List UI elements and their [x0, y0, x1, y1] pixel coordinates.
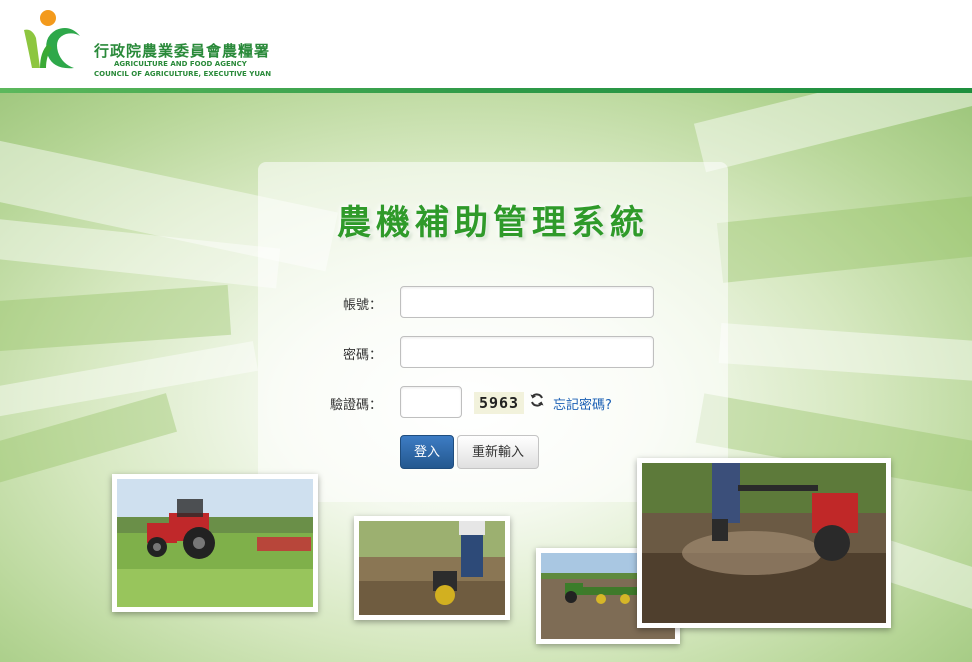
- reset-button[interactable]: 重新輸入: [457, 435, 539, 469]
- org-name-zh: 行政院農業委員會農糧署: [94, 42, 271, 60]
- org-name-en-line1: AGRICULTURE AND FOOD AGENCY: [114, 60, 247, 68]
- password-input[interactable]: [400, 336, 654, 368]
- login-button[interactable]: 登入: [400, 435, 454, 469]
- photo-tiller: [354, 516, 510, 620]
- password-label: 密碼：: [342, 348, 382, 363]
- org-name-en-line2: COUNCIL OF AGRICULTURE, EXECUTIVE YUAN: [94, 70, 272, 78]
- refresh-icon[interactable]: [529, 392, 545, 408]
- account-label: 帳號：: [342, 298, 382, 313]
- system-title: 農機補助管理系統: [337, 203, 649, 243]
- photo-tractor: [112, 474, 318, 612]
- captcha-label: 驗證碼：: [329, 398, 382, 413]
- agency-logo: 行政院農業委員會農糧署 AGRICULTURE AND FOOD AGENCY …: [18, 8, 272, 78]
- agency-logo-mark: [24, 10, 80, 69]
- forgot-password-link[interactable]: 忘記密碼?: [553, 394, 612, 413]
- account-input[interactable]: [400, 286, 654, 318]
- page-header: 行政院農業委員會農糧署 AGRICULTURE AND FOOD AGENCY …: [0, 0, 972, 93]
- captcha-image: 5963: [474, 392, 524, 414]
- captcha-input[interactable]: [400, 386, 462, 418]
- photo-cultivator: [637, 458, 891, 628]
